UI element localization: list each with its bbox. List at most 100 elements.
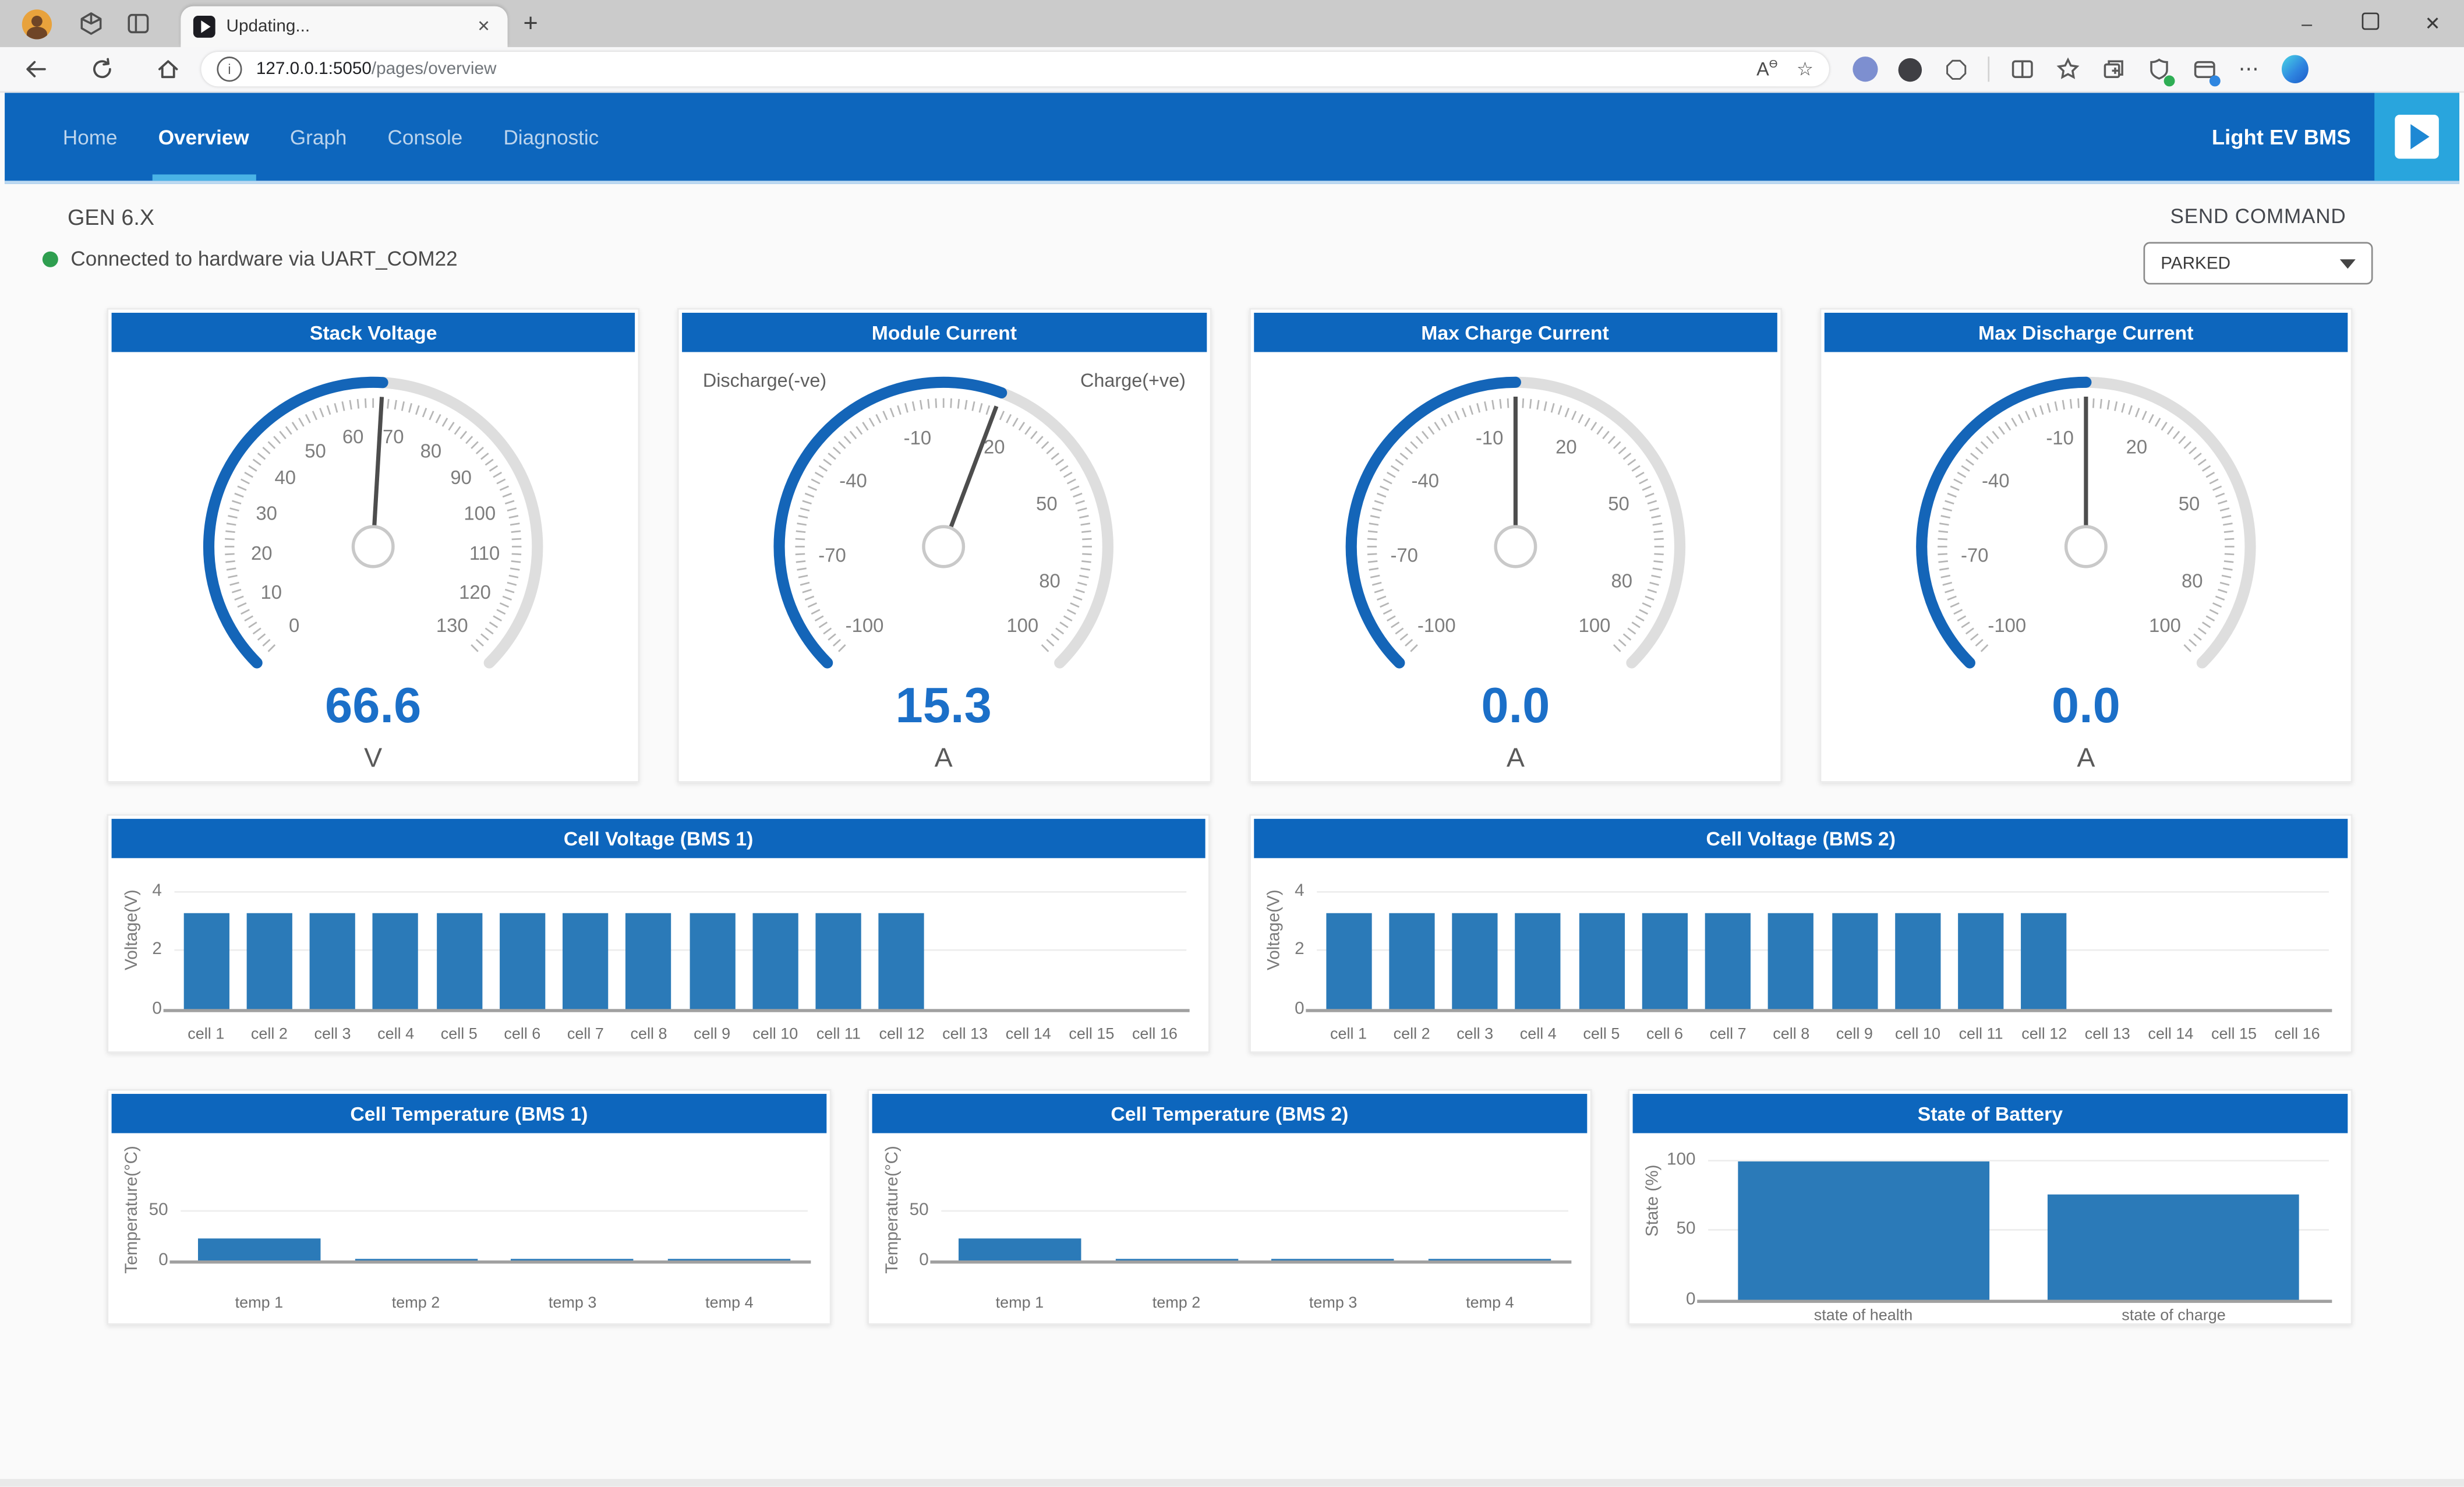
wallet-icon[interactable] <box>2190 56 2217 83</box>
collections-add-icon[interactable] <box>2099 56 2126 83</box>
svg-text:-70: -70 <box>819 544 846 566</box>
nav-diagnostic[interactable]: Diagnostic <box>503 93 599 181</box>
bar-slot <box>996 882 1060 1011</box>
y-tick-label: 0 <box>1652 1290 1696 1311</box>
svg-text:60: 60 <box>342 426 364 447</box>
close-button[interactable]: ✕ <box>2401 13 2464 35</box>
cell-temperature-bms1-card: Cell Temperature (BMS 1) Temperature(°C)… <box>107 1089 831 1325</box>
bms-app: Home Overview Graph Console Diagnostic L… <box>5 93 2459 1324</box>
window-bottom-edge <box>0 1479 2464 1486</box>
y-tick-label: 50 <box>885 1200 929 1221</box>
svg-text:20: 20 <box>1555 436 1576 458</box>
connection-status: Connected to hardware via UART_COM22 <box>70 247 457 270</box>
bar-cell-12 <box>879 913 924 1011</box>
url-text: 127.0.0.1:5050/pages/overview <box>256 60 1738 79</box>
tracking-prevention-icon[interactable] <box>1897 56 1924 83</box>
module-current-gauge: Discharge(-ve) Charge(+ve) -100-70-40-10… <box>679 355 1209 783</box>
nav-graph[interactable]: Graph <box>290 93 347 181</box>
privacy-octagon-icon[interactable] <box>1942 56 1969 83</box>
tab-close-icon[interactable]: ✕ <box>472 18 495 36</box>
bar-cell-6 <box>500 913 545 1011</box>
x-tick-label: cell 16 <box>1123 1026 1187 1044</box>
essentials-green-dot <box>2164 75 2175 86</box>
bar-cell-1 <box>1325 913 1371 1011</box>
svg-text:100: 100 <box>464 502 496 524</box>
x-tick-label: cell 12 <box>2013 1026 2076 1044</box>
play-logo-button[interactable] <box>2374 93 2459 181</box>
svg-text:50: 50 <box>1037 493 1058 514</box>
refresh-button[interactable] <box>82 56 122 82</box>
toolbar-divider <box>1988 56 1989 82</box>
svg-text:A: A <box>935 743 953 773</box>
bar-cell-4 <box>373 913 419 1011</box>
home-button[interactable] <box>148 56 189 82</box>
bar-slot <box>1412 1150 1568 1262</box>
nav-console[interactable]: Console <box>388 93 463 181</box>
command-select[interactable]: PARKED <box>2144 242 2373 285</box>
gauge-canvas: -100-70-40-102050801000.0A <box>1260 358 1770 776</box>
favorite-star-icon[interactable]: ☆ <box>1797 58 1813 80</box>
back-button[interactable] <box>16 56 56 82</box>
minimize-button[interactable]: – <box>2275 13 2338 35</box>
y-tick-label: 50 <box>1652 1220 1696 1241</box>
svg-text:0.0: 0.0 <box>1481 677 1550 733</box>
x-tick-label: cell 4 <box>364 1026 427 1044</box>
x-tick-label: temp 3 <box>1255 1295 1412 1312</box>
profile-avatar[interactable] <box>22 9 52 39</box>
copilot-icon[interactable] <box>2282 56 2309 83</box>
x-tick-label: cell 7 <box>1696 1026 1760 1044</box>
y-tick-label: 0 <box>885 1251 929 1271</box>
svg-text:-40: -40 <box>1411 470 1439 492</box>
cell-voltage-row: Cell Voltage (BMS 1) Voltage(V)024cell 1… <box>107 814 2352 1053</box>
bar-temp-4 <box>668 1259 790 1262</box>
url-host: 127.0.0.1:5050 <box>256 60 372 79</box>
x-tick-label: cell 9 <box>680 1026 744 1044</box>
cell-temperature-bms2-chart: Temperature(°C)050temp 1temp 2temp 3temp… <box>869 1136 1590 1326</box>
svg-text:-40: -40 <box>840 470 868 492</box>
x-tick-label: cell 15 <box>1060 1026 1123 1044</box>
bar-temp-3 <box>511 1259 634 1262</box>
svg-text:-100: -100 <box>1988 614 2026 636</box>
new-tab-button[interactable]: + <box>524 13 538 38</box>
browser-essentials-icon[interactable] <box>2145 56 2172 83</box>
extension-badge-icon[interactable] <box>1851 56 1878 83</box>
svg-text:-100: -100 <box>1417 614 1455 636</box>
bar-cell-3 <box>310 913 355 1011</box>
restore-button[interactable] <box>2338 13 2401 35</box>
bar-cell-10 <box>752 913 798 1011</box>
x-tick-label: cell 9 <box>1823 1026 1886 1044</box>
svg-text:80: 80 <box>2182 570 2203 592</box>
card-title: State of Battery <box>1633 1094 2348 1133</box>
svg-text:-10: -10 <box>904 427 932 448</box>
nav-overview[interactable]: Overview <box>158 93 249 181</box>
browser-tab-active[interactable]: Updating... ✕ <box>181 6 507 47</box>
x-tick-label: cell 11 <box>807 1026 871 1044</box>
tab-title: Updating... <box>227 17 473 36</box>
nav-home[interactable]: Home <box>63 93 118 181</box>
read-aloud-icon[interactable]: AӨ <box>1756 58 1777 80</box>
bar-slot <box>1380 882 1444 1011</box>
address-bar[interactable]: i 127.0.0.1:5050/pages/overview AӨ ☆ <box>201 52 1829 86</box>
site-info-icon[interactable]: i <box>217 56 242 82</box>
bar-slot <box>491 882 554 1011</box>
x-axis-labels: temp 1temp 2temp 3temp 4 <box>181 1295 808 1312</box>
restore-icon <box>2361 13 2378 30</box>
bar-cell-8 <box>1769 913 1814 1011</box>
svg-text:30: 30 <box>256 502 278 524</box>
x-tick-label: cell 13 <box>934 1026 997 1044</box>
settings-more-icon[interactable]: ⋯ <box>2236 56 2263 83</box>
svg-text:100: 100 <box>1578 614 1610 636</box>
svg-text:V: V <box>365 743 383 773</box>
vertical-tabs-icon[interactable] <box>121 6 155 41</box>
bar-slot <box>807 882 871 1011</box>
svg-text:-100: -100 <box>846 614 885 636</box>
y-tick-label: 0 <box>1260 999 1305 1020</box>
workspaces-icon[interactable] <box>74 6 108 41</box>
split-screen-icon[interactable] <box>2008 56 2035 83</box>
x-tick-label: cell 3 <box>301 1026 365 1044</box>
x-tick-label: state of health <box>1708 1308 2018 1325</box>
favorites-bar-icon[interactable] <box>2054 56 2081 83</box>
card-title: Cell Voltage (BMS 1) <box>112 819 1206 858</box>
x-tick-label: cell 6 <box>1633 1026 1696 1044</box>
cell-voltage-bms2-card: Cell Voltage (BMS 2) Voltage(V)024cell 1… <box>1249 814 2352 1053</box>
